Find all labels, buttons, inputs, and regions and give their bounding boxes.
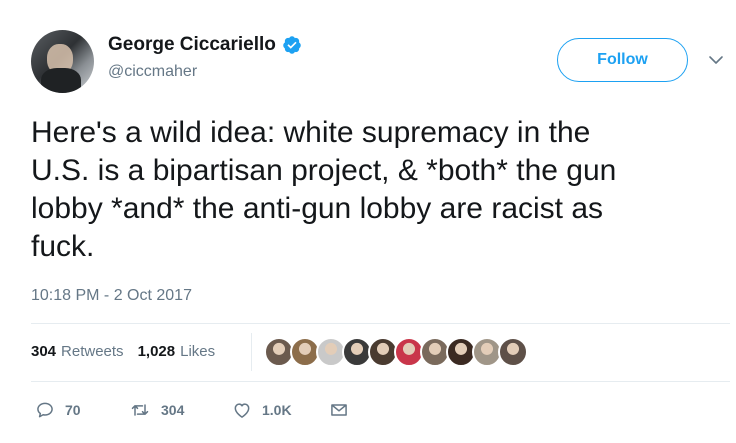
chevron-down-icon[interactable] bbox=[708, 52, 724, 68]
like-count: 1.0K bbox=[262, 402, 292, 418]
verified-badge-icon bbox=[283, 36, 301, 54]
follow-button[interactable]: Follow bbox=[557, 38, 688, 82]
retweet-action[interactable]: 304 bbox=[129, 400, 232, 420]
liker-avatar[interactable] bbox=[498, 337, 528, 367]
tweet-actions: 70 304 1.0K bbox=[35, 400, 349, 420]
likes-count: 1,028 bbox=[137, 343, 176, 360]
reply-count: 70 bbox=[65, 402, 81, 418]
like-action[interactable]: 1.0K bbox=[232, 400, 329, 420]
tweet-timestamp[interactable]: 10:18 PM - 2 Oct 2017 bbox=[31, 287, 192, 305]
heart-icon bbox=[234, 403, 250, 418]
tweet-stats: 304 Retweets 1,028 Likes bbox=[31, 343, 229, 360]
retweet-icon bbox=[131, 404, 149, 416]
reply-icon bbox=[37, 402, 53, 418]
message-action[interactable] bbox=[329, 400, 349, 420]
retweet-count: 304 bbox=[161, 402, 185, 418]
display-name[interactable]: George Ciccariello bbox=[108, 34, 276, 56]
user-handle[interactable]: @ciccmaher bbox=[108, 63, 197, 81]
likes-label: Likes bbox=[180, 343, 216, 360]
liker-avatars bbox=[264, 337, 528, 367]
envelope-icon bbox=[331, 404, 347, 416]
retweets-count: 304 bbox=[31, 343, 57, 360]
stats-separator bbox=[251, 333, 252, 371]
tweet-text: Here's a wild idea: white supremacy in t… bbox=[31, 116, 617, 263]
reply-action[interactable]: 70 bbox=[35, 400, 129, 420]
divider bbox=[31, 323, 730, 324]
likes-stat[interactable]: 1,028 Likes bbox=[138, 343, 216, 360]
retweets-stat[interactable]: 304 Retweets bbox=[31, 343, 124, 360]
avatar[interactable] bbox=[31, 30, 94, 93]
divider bbox=[31, 381, 730, 382]
retweets-label: Retweets bbox=[61, 343, 124, 360]
user-name-row: George Ciccariello bbox=[108, 34, 302, 56]
